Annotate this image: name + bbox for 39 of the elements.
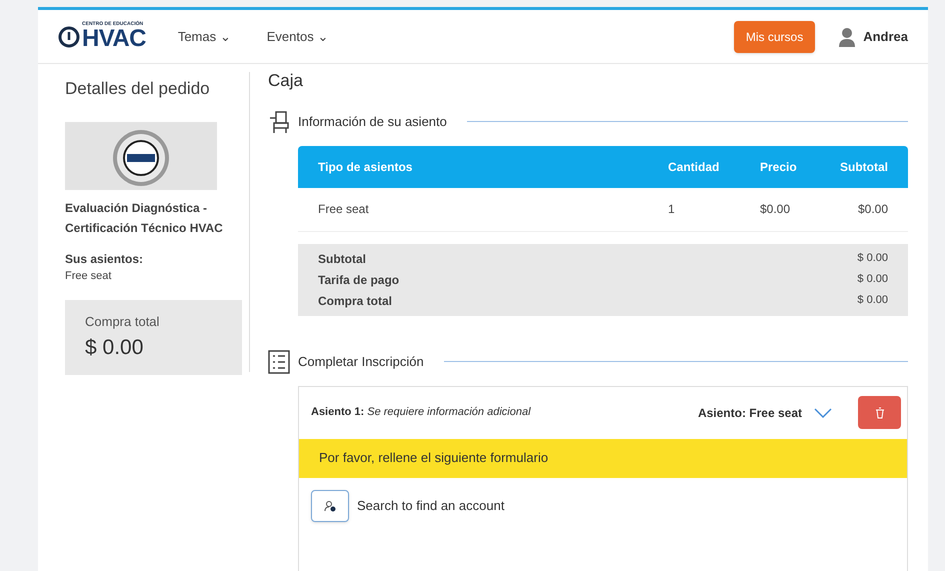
table-cell-text: $0.00 [856, 201, 888, 218]
summary-label: Tarifa de pago [318, 272, 400, 288]
chevron-icon[interactable] [814, 408, 832, 418]
summary-label: Compra total [318, 292, 392, 310]
section-title: Información de su asiento [298, 112, 447, 131]
nav-menu[interactable]: Temas ⌄ [178, 26, 231, 46]
table-cell-text: 1 [668, 201, 676, 218]
delete-button[interactable] [858, 396, 901, 429]
column-header: Cantidad [668, 158, 720, 176]
course-title: Evaluación Diagnóstica - Certificación Técnico HVAC [65, 200, 224, 236]
section-title: Completar Inscripción [298, 352, 424, 371]
total-label: Compra total [85, 313, 160, 331]
seat-type: Asiento: Free seat [698, 404, 802, 422]
nav-menu[interactable]: Eventos ⌄ [266, 26, 328, 46]
trash-icon [874, 406, 884, 418]
column-header: Tipo de asientos [318, 158, 414, 176]
logo-title: HVAC [82, 27, 146, 51]
summary-value: $ 0.00 [857, 272, 888, 286]
table-cell-text: Free seat [318, 201, 370, 218]
seat-label: Asiento 1: Se requiere información adicional [311, 405, 531, 420]
seats-label: Sus asientos: [65, 250, 144, 268]
summary-value: $ 0.00 [857, 292, 888, 308]
table-cell-text: $0.00 [760, 201, 792, 218]
summary-value: $ 0.00 [857, 250, 888, 266]
sidebar-title: Detalles del pedido [65, 78, 211, 100]
column-header: Precio [760, 158, 798, 176]
user-search-icon [324, 500, 336, 512]
account-search-text: Search to find an account [357, 496, 504, 515]
summary-label: Subtotal [318, 250, 366, 268]
seat-icon [268, 110, 290, 134]
checklist-icon [268, 350, 290, 374]
page-title: Caja [268, 70, 304, 92]
account-search-button[interactable] [311, 490, 349, 522]
total-value: $ 0.00 [85, 334, 144, 360]
column-header: Subtotal [839, 158, 888, 176]
alert-text: Por favor, rellene el siguiente formulario [319, 449, 548, 468]
seats-value: Free seat [65, 268, 112, 284]
user-icon[interactable] [839, 26, 856, 46]
user-name[interactable]: Andrea [863, 26, 908, 46]
